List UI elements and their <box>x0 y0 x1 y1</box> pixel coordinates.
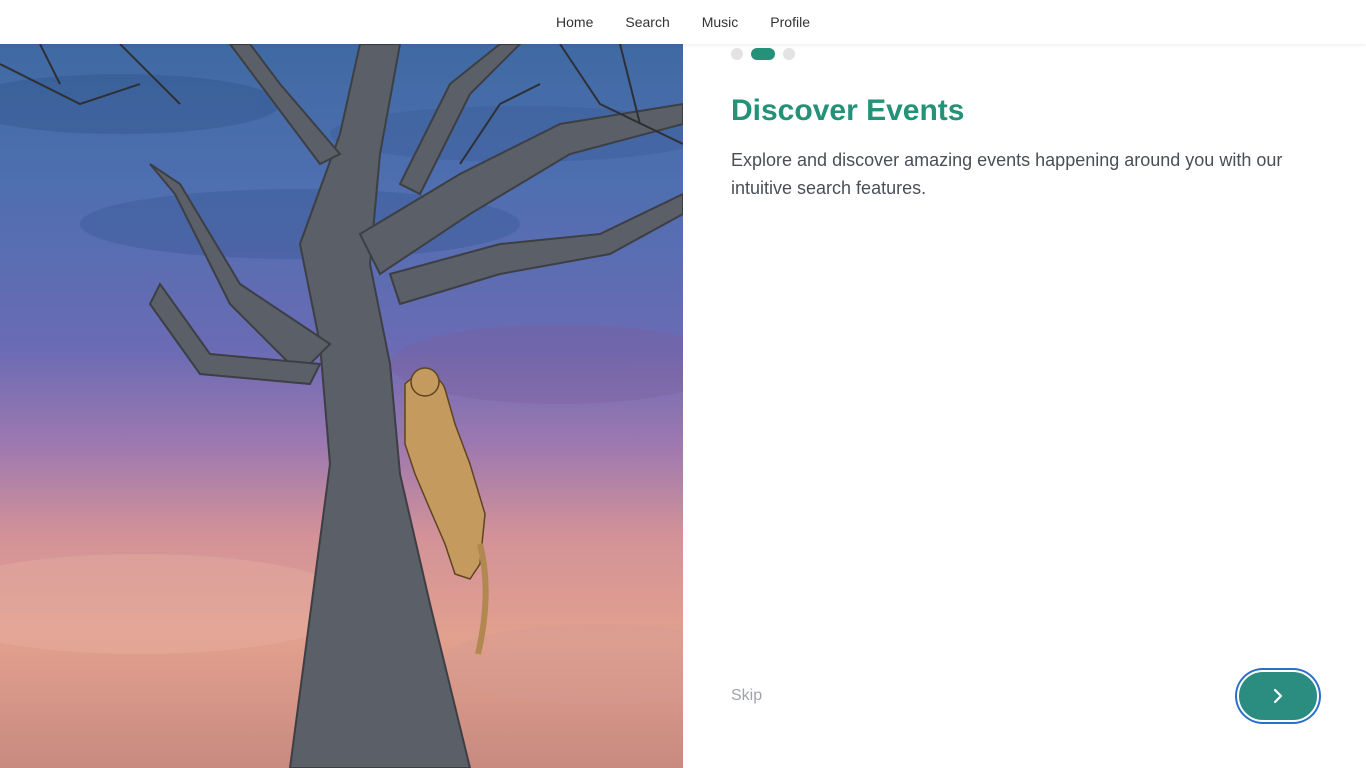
skip-button[interactable]: Skip <box>731 687 762 705</box>
pager-dot-1[interactable] <box>731 48 743 60</box>
pager-dot-3[interactable] <box>783 48 795 60</box>
hero-image <box>0 44 683 768</box>
nav-search-link[interactable]: Search <box>625 14 669 30</box>
next-button[interactable] <box>1237 670 1319 722</box>
nav-music-link[interactable]: Music <box>702 14 739 30</box>
nav-home-link[interactable]: Home <box>556 14 593 30</box>
pager-dots <box>731 48 795 60</box>
onboarding-title: Discover Events <box>731 94 965 127</box>
nav-profile-link[interactable]: Profile <box>770 14 810 30</box>
chevron-right-icon <box>1273 688 1283 704</box>
top-nav: Home Search Music Profile <box>0 0 1366 44</box>
leopard-tree-illustration <box>0 44 683 768</box>
onboarding-description: Explore and discover amazing events happ… <box>731 150 1283 198</box>
pager-dot-2-active[interactable] <box>751 48 775 60</box>
onboarding-panel: Discover Events Explore and discover ama… <box>683 44 1366 768</box>
